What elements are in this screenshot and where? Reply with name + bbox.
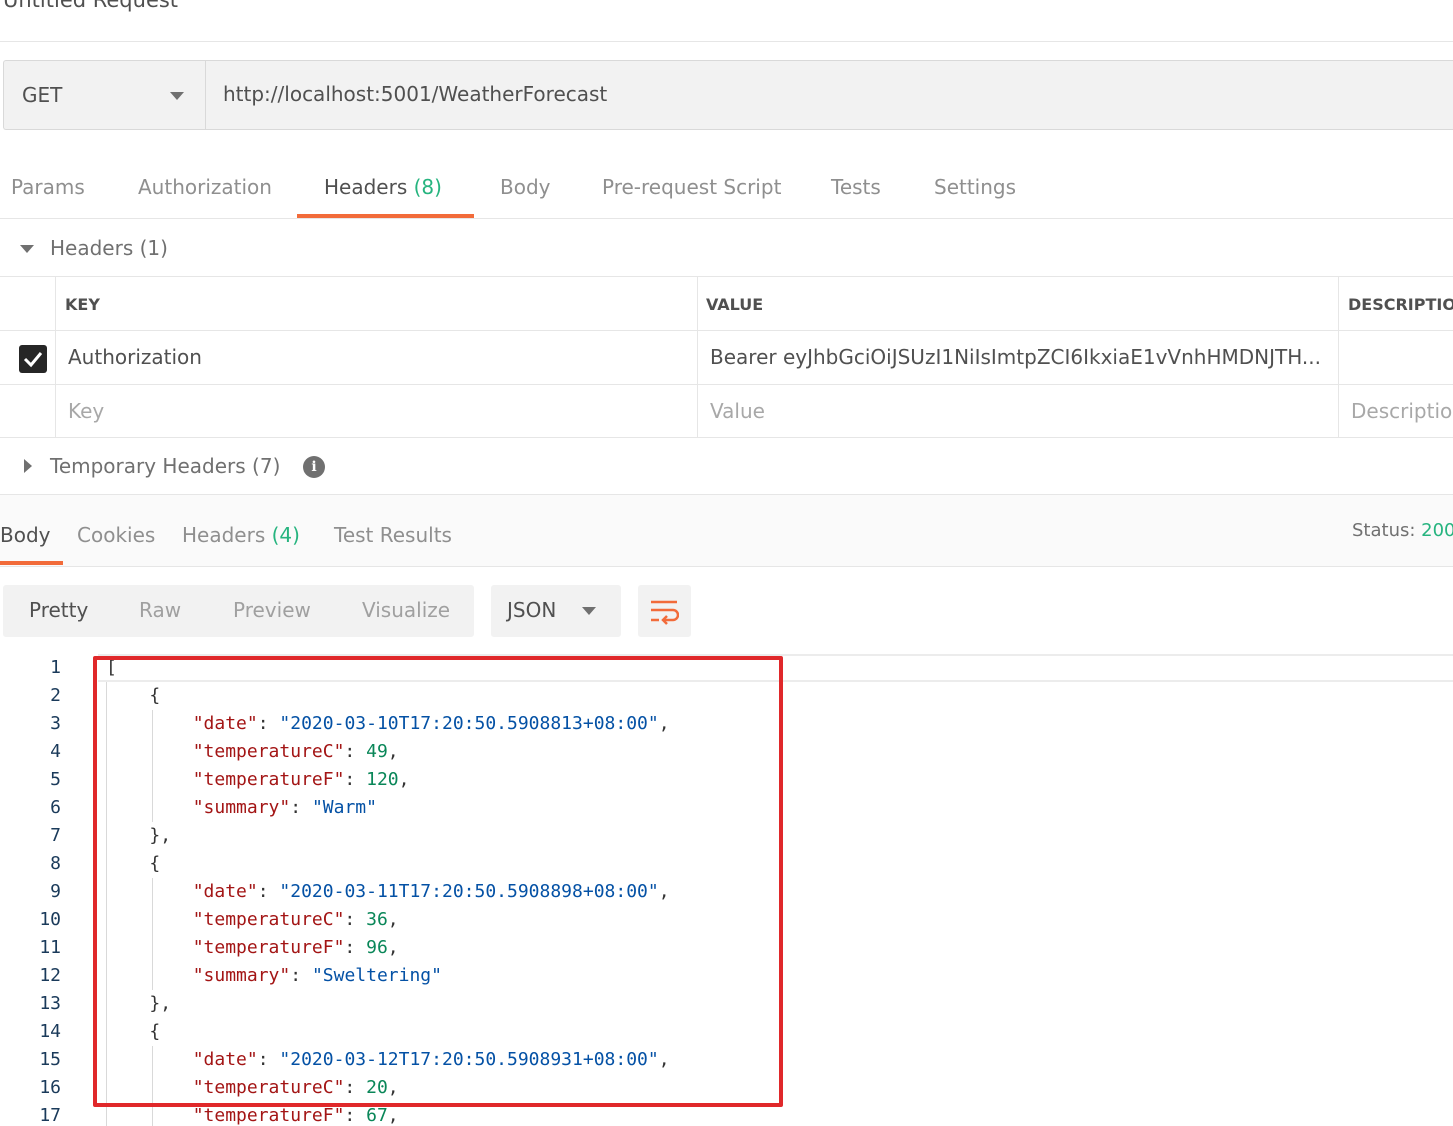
- line-number: 5: [50, 769, 61, 790]
- response-tab-cookies[interactable]: Cookies: [77, 523, 155, 547]
- tab-body[interactable]: Body: [500, 175, 551, 199]
- column-divider: [1338, 276, 1339, 438]
- headers-table: KEY VALUE DESCRIPTIO Authorization Beare…: [0, 276, 1453, 438]
- header-enabled-checkbox[interactable]: [19, 345, 47, 373]
- tab-label: Authorization: [138, 175, 272, 199]
- tab-label: Headers: [182, 523, 266, 547]
- table-row: Authorization Bearer eyJhbGciOiJSUzI1NiI…: [0, 330, 1453, 384]
- json-number: 67: [366, 1105, 388, 1126]
- view-mode-raw[interactable]: Raw: [139, 598, 181, 622]
- response-status: Status: 200: [1352, 520, 1453, 541]
- chevron-down-icon: [582, 607, 596, 615]
- info-icon[interactable]: i: [303, 456, 325, 478]
- new-key-input[interactable]: Key: [68, 399, 104, 423]
- tab-authorization[interactable]: Authorization: [138, 175, 272, 199]
- column-divider: [55, 276, 56, 438]
- line-number: 15: [39, 1049, 61, 1070]
- line-number: 10: [39, 909, 61, 930]
- url-input[interactable]: http://localhost:5001/WeatherForecast: [205, 60, 1453, 130]
- tab-label: Headers: [324, 175, 408, 199]
- tab-headers[interactable]: Headers (8): [324, 175, 442, 199]
- line-number: 7: [50, 825, 61, 846]
- response-tabs: Body Cookies Headers (4) Test Results St…: [0, 495, 1453, 567]
- headers-section-label: Headers (1): [50, 236, 168, 260]
- request-tabs: Params Authorization Headers (8) Body Pr…: [0, 160, 1453, 219]
- table-row-new: Key Value Descriptio: [0, 384, 1453, 438]
- view-mode-selector: Pretty Raw Preview Visualize: [3, 585, 474, 637]
- tab-label: Body: [500, 175, 551, 199]
- line-number: 11: [39, 937, 61, 958]
- line-number: 1: [50, 657, 61, 678]
- line-number: 9: [50, 881, 61, 902]
- caret-right-icon: [24, 459, 32, 473]
- url-value: http://localhost:5001/WeatherForecast: [223, 82, 608, 106]
- wrap-lines-button[interactable]: [638, 585, 691, 637]
- title-bar: Untitled Request: [0, 0, 1453, 42]
- method-label: GET: [22, 83, 63, 107]
- column-divider: [697, 276, 698, 438]
- header-key-cell[interactable]: Authorization: [68, 345, 202, 369]
- line-number: 2: [50, 685, 61, 706]
- tab-tests[interactable]: Tests: [831, 175, 881, 199]
- response-tab-test-results[interactable]: Test Results: [334, 523, 452, 547]
- json-punctuation: :: [344, 1105, 367, 1126]
- tab-label: Params: [11, 175, 85, 199]
- line-number: 6: [50, 797, 61, 818]
- view-mode-visualize[interactable]: Visualize: [362, 598, 450, 622]
- url-row: GET http://localhost:5001/WeatherForecas…: [3, 60, 1453, 130]
- format-label: JSON: [507, 598, 557, 622]
- line-number: 17: [39, 1105, 61, 1126]
- tab-label: Pre-request Script: [602, 175, 782, 199]
- request-title[interactable]: Untitled Request: [3, 0, 178, 12]
- active-tab-indicator: [297, 214, 474, 218]
- tab-count: (8): [413, 175, 442, 199]
- tab-label: Cookies: [77, 523, 156, 547]
- tab-count: (4): [271, 523, 300, 547]
- line-number: 3: [50, 713, 61, 734]
- tab-label: Tests: [831, 175, 881, 199]
- view-mode-pretty[interactable]: Pretty: [29, 598, 88, 622]
- temporary-headers-label: Temporary Headers (7): [50, 454, 281, 478]
- new-value-input[interactable]: Value: [710, 399, 765, 423]
- tab-label: Body: [0, 523, 51, 547]
- table-header-row: KEY VALUE DESCRIPTIO: [0, 276, 1453, 330]
- format-select[interactable]: JSON: [491, 585, 621, 637]
- view-mode-preview[interactable]: Preview: [233, 598, 311, 622]
- caret-down-icon: [20, 245, 34, 253]
- response-tab-body[interactable]: Body: [0, 523, 51, 547]
- temporary-headers-toggle[interactable]: Temporary Headers (7) i: [0, 438, 1453, 494]
- tab-params[interactable]: Params: [11, 175, 85, 199]
- method-select[interactable]: GET: [3, 60, 205, 130]
- line-number: 16: [39, 1077, 61, 1098]
- line-number: 12: [39, 965, 61, 986]
- checkmark-icon: [23, 352, 43, 368]
- line-number: 13: [39, 993, 61, 1014]
- tab-label: Settings: [934, 175, 1017, 199]
- annotation-highlight-box: [93, 656, 783, 1107]
- line-number: 14: [39, 1021, 61, 1042]
- line-number: 4: [50, 741, 61, 762]
- json-key: "temperatureF": [192, 1105, 345, 1126]
- response-toolbar: Pretty Raw Preview Visualize JSON: [0, 567, 1453, 657]
- active-response-tab-indicator: [0, 561, 63, 565]
- json-punctuation: ,: [387, 1105, 399, 1126]
- column-description: DESCRIPTIO: [1348, 295, 1453, 314]
- tab-pre-request-script[interactable]: Pre-request Script: [602, 175, 781, 199]
- response-tab-headers[interactable]: Headers (4): [182, 523, 300, 547]
- wrap-lines-icon: [651, 600, 679, 625]
- tab-settings[interactable]: Settings: [934, 175, 1016, 199]
- column-value: VALUE: [706, 295, 764, 314]
- tab-label: Test Results: [334, 523, 452, 547]
- chevron-down-icon: [170, 92, 184, 100]
- line-number: 8: [50, 853, 61, 874]
- header-value-cell[interactable]: Bearer eyJhbGciOiJSUzI1NiIsImtpZCI6Ikxia…: [710, 345, 1321, 369]
- column-key: KEY: [65, 295, 100, 314]
- headers-section-toggle[interactable]: Headers (1): [0, 220, 1453, 276]
- new-description-input[interactable]: Descriptio: [1351, 399, 1452, 423]
